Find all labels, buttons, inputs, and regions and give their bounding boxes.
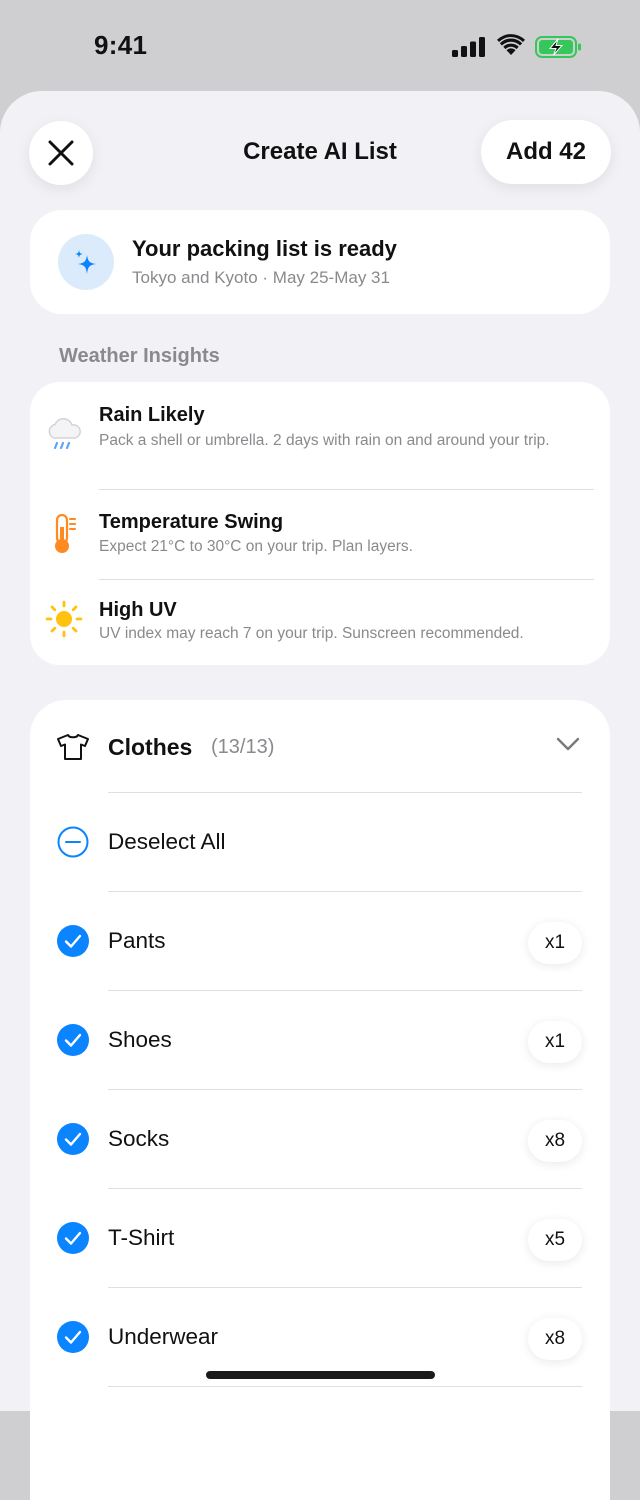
weather-description: Expect 21°C to 30°C on your trip. Plan l… (99, 538, 413, 555)
weather-insights-heading: Weather Insights (59, 345, 220, 367)
weather-insight-temperature: Temperature Swing Expect 21°C to 30°C on… (30, 490, 610, 578)
list-item[interactable]: Shoes x1 (30, 990, 610, 1089)
quantity-button[interactable]: x5 (528, 1219, 582, 1261)
list-item[interactable]: Pants x1 (30, 891, 610, 990)
create-list-sheet: Create AI List Add 42 Your packing list … (0, 91, 640, 1500)
quantity-button[interactable]: x8 (528, 1120, 582, 1162)
status-bar: 9:41 (0, 0, 640, 92)
category-count: (13/13) (211, 736, 275, 758)
item-label: Socks (108, 1126, 170, 1151)
weather-description: Pack a shell or umbrella. 2 days with ra… (99, 432, 550, 449)
category-title: Clothes (108, 734, 193, 760)
trip-details: Tokyo and Kyoto · May 25-May 31 (132, 268, 390, 287)
item-label: Shoes (108, 1027, 172, 1052)
status-time: 9:41 (94, 30, 148, 60)
item-label: Pants (108, 928, 166, 953)
add-items-button[interactable]: Add 42 (481, 120, 611, 184)
checkmark-circle-icon[interactable] (57, 1321, 89, 1353)
sun-icon (44, 597, 84, 641)
home-indicator[interactable] (206, 1371, 435, 1379)
cellular-signal-icon (452, 37, 485, 57)
weather-description: UV index may reach 7 on your trip. Sunsc… (99, 625, 524, 642)
wifi-icon (497, 34, 525, 55)
t-shirt-icon (57, 734, 89, 760)
quantity-button[interactable]: x1 (528, 922, 582, 964)
chevron-down-icon[interactable] (556, 736, 580, 752)
rain-cloud-icon (44, 414, 84, 458)
thermometer-icon (44, 512, 84, 556)
divider (99, 489, 594, 490)
battery-charging-icon (535, 36, 581, 58)
checkmark-circle-icon[interactable] (57, 925, 89, 957)
list-ready-card: Your packing list is ready Tokyo and Kyo… (30, 210, 610, 314)
checkmark-circle-icon[interactable] (57, 1123, 89, 1155)
weather-insight-rain: Rain Likely Pack a shell or umbrella. 2 … (30, 382, 610, 489)
sparkles-icon (58, 234, 114, 290)
deselect-all-label: Deselect All (108, 829, 226, 854)
weather-insights-card: Rain Likely Pack a shell or umbrella. 2 … (30, 382, 610, 665)
weather-title: Rain Likely (99, 404, 205, 426)
weather-insight-uv: High UV UV index may reach 7 on your tri… (30, 579, 610, 665)
list-item[interactable]: Socks x8 (30, 1089, 610, 1188)
minus-circle-icon (57, 826, 89, 858)
clothes-category-card: Clothes (13/13) Deselect All Pants x1 Sh… (30, 700, 610, 1500)
clothes-header[interactable]: Clothes (13/13) (30, 700, 610, 792)
checkmark-circle-icon[interactable] (57, 1222, 89, 1254)
quantity-button[interactable]: x1 (528, 1021, 582, 1063)
checkmark-circle-icon[interactable] (57, 1024, 89, 1056)
item-label: T-Shirt (108, 1225, 175, 1250)
deselect-all-row[interactable]: Deselect All (30, 792, 610, 891)
list-item[interactable]: T-Shirt x5 (30, 1188, 610, 1287)
ready-title: Your packing list is ready (132, 236, 397, 261)
weather-title: High UV (99, 599, 177, 621)
item-label: Underwear (108, 1324, 219, 1349)
quantity-button[interactable]: x8 (528, 1318, 582, 1360)
divider (108, 1386, 582, 1387)
weather-title: Temperature Swing (99, 511, 284, 533)
